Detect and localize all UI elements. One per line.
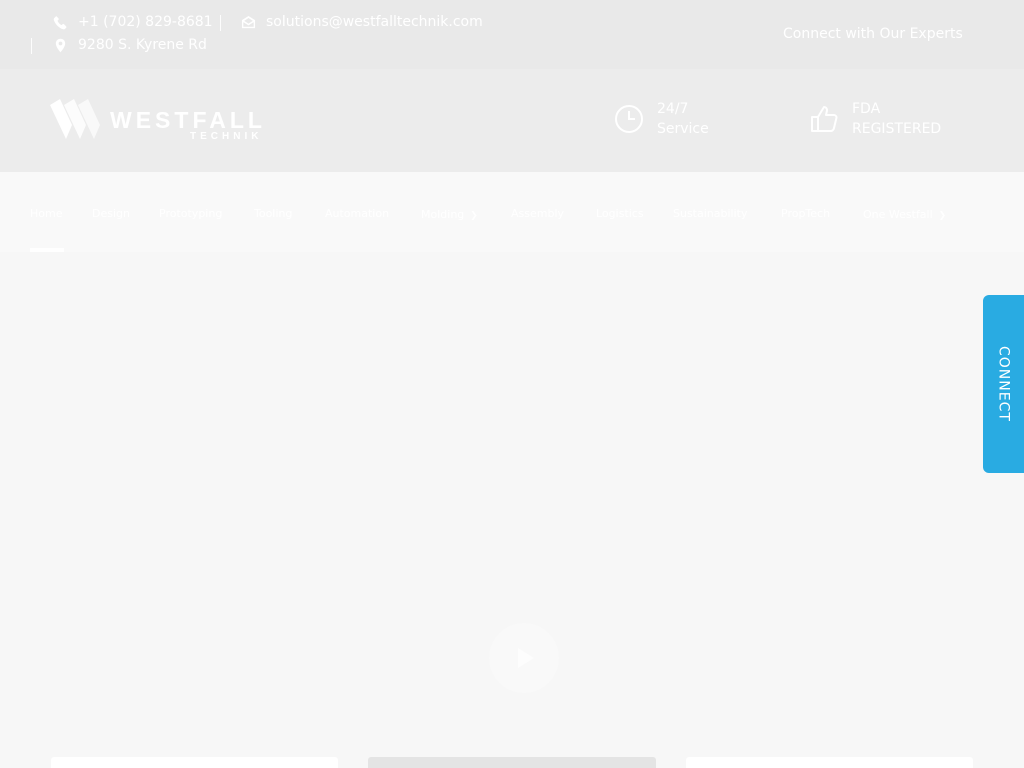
map-pin-icon: [52, 37, 68, 53]
nav-item-proptech[interactable]: PropTech: [781, 207, 830, 220]
nav-label: Molding: [421, 207, 465, 221]
nav-label: Automation: [325, 207, 390, 220]
nav-label: Design: [92, 207, 130, 220]
nav-label: PropTech: [781, 207, 831, 220]
video-play-button[interactable]: [489, 623, 559, 693]
nav-label: Logistics: [596, 207, 644, 220]
nav-item-one-westfall[interactable]: One Westfall ❯: [863, 207, 947, 222]
chevron-down-icon: ❯: [470, 211, 478, 221]
phone-link[interactable]: +1 (702) 829-8681: [52, 14, 213, 30]
nav-item-home[interactable]: Home: [30, 207, 62, 220]
service-card[interactable]: [51, 757, 338, 768]
nav-item-tooling[interactable]: Tooling: [254, 207, 292, 220]
address-link[interactable]: 9280 S. Kyrene Rd: [52, 37, 207, 53]
service-card[interactable]: [368, 757, 656, 768]
logo-mark-icon: [50, 99, 100, 139]
fda-line1: FDA: [852, 101, 881, 117]
clock-icon: [613, 103, 645, 135]
nav-item-prototyping[interactable]: Prototyping: [159, 207, 222, 220]
fda-badge: FDA REGISTERED: [808, 99, 941, 139]
nav-item-design[interactable]: Design: [92, 207, 130, 220]
service-line2: Service: [657, 121, 709, 137]
street-address: 9280 S. Kyrene Rd: [78, 37, 207, 53]
email-link[interactable]: solutions@westfalltechnik.com: [240, 14, 483, 30]
nav-item-logistics[interactable]: Logistics: [596, 207, 644, 220]
service-badge: 24/7 Service: [613, 99, 709, 139]
nav-label: Tooling: [254, 207, 293, 220]
email-address: solutions@westfalltechnik.com: [266, 14, 483, 30]
service-card[interactable]: [686, 757, 973, 768]
nav-label: Assembly: [511, 207, 565, 220]
play-icon: [518, 648, 534, 668]
connect-side-tab[interactable]: CONNECT: [983, 295, 1024, 473]
fda-line2: REGISTERED: [852, 121, 942, 137]
connect-tab-label: CONNECT: [995, 346, 1012, 422]
divider: [31, 38, 32, 54]
nav-label: Home: [30, 207, 63, 220]
main-nav: Home Design Prototyping Tooling Automati…: [0, 172, 1024, 252]
thumbs-up-icon: [808, 103, 840, 135]
logo-wordmark: WESTFALL: [110, 107, 266, 133]
logo[interactable]: WESTFALL TECHNIK: [50, 99, 275, 145]
header: WESTFALL TECHNIK 24/7 Service FDA REGIST…: [0, 69, 1024, 172]
nav-item-automation[interactable]: Automation: [325, 207, 389, 220]
nav-item-sustainability[interactable]: Sustainability: [673, 207, 747, 220]
top-bar: +1 (702) 829-8681 solutions@westfalltech…: [0, 0, 1024, 69]
nav-label: Prototyping: [159, 207, 223, 220]
chevron-down-icon: ❯: [938, 211, 947, 221]
phone-icon: [52, 14, 68, 30]
service-line1: 24/7: [657, 101, 689, 117]
divider: [220, 15, 221, 31]
phone-number: +1 (702) 829-8681: [78, 14, 213, 30]
nav-item-molding[interactable]: Molding ❯: [421, 207, 478, 222]
nav-item-assembly[interactable]: Assembly: [511, 207, 564, 220]
envelope-icon: [240, 14, 256, 30]
logo-subtitle: TECHNIK: [190, 131, 263, 142]
nav-label: One Westfall: [863, 207, 933, 221]
nav-label: Sustainability: [673, 207, 748, 220]
connect-experts-link[interactable]: Connect with Our Experts: [783, 26, 963, 42]
